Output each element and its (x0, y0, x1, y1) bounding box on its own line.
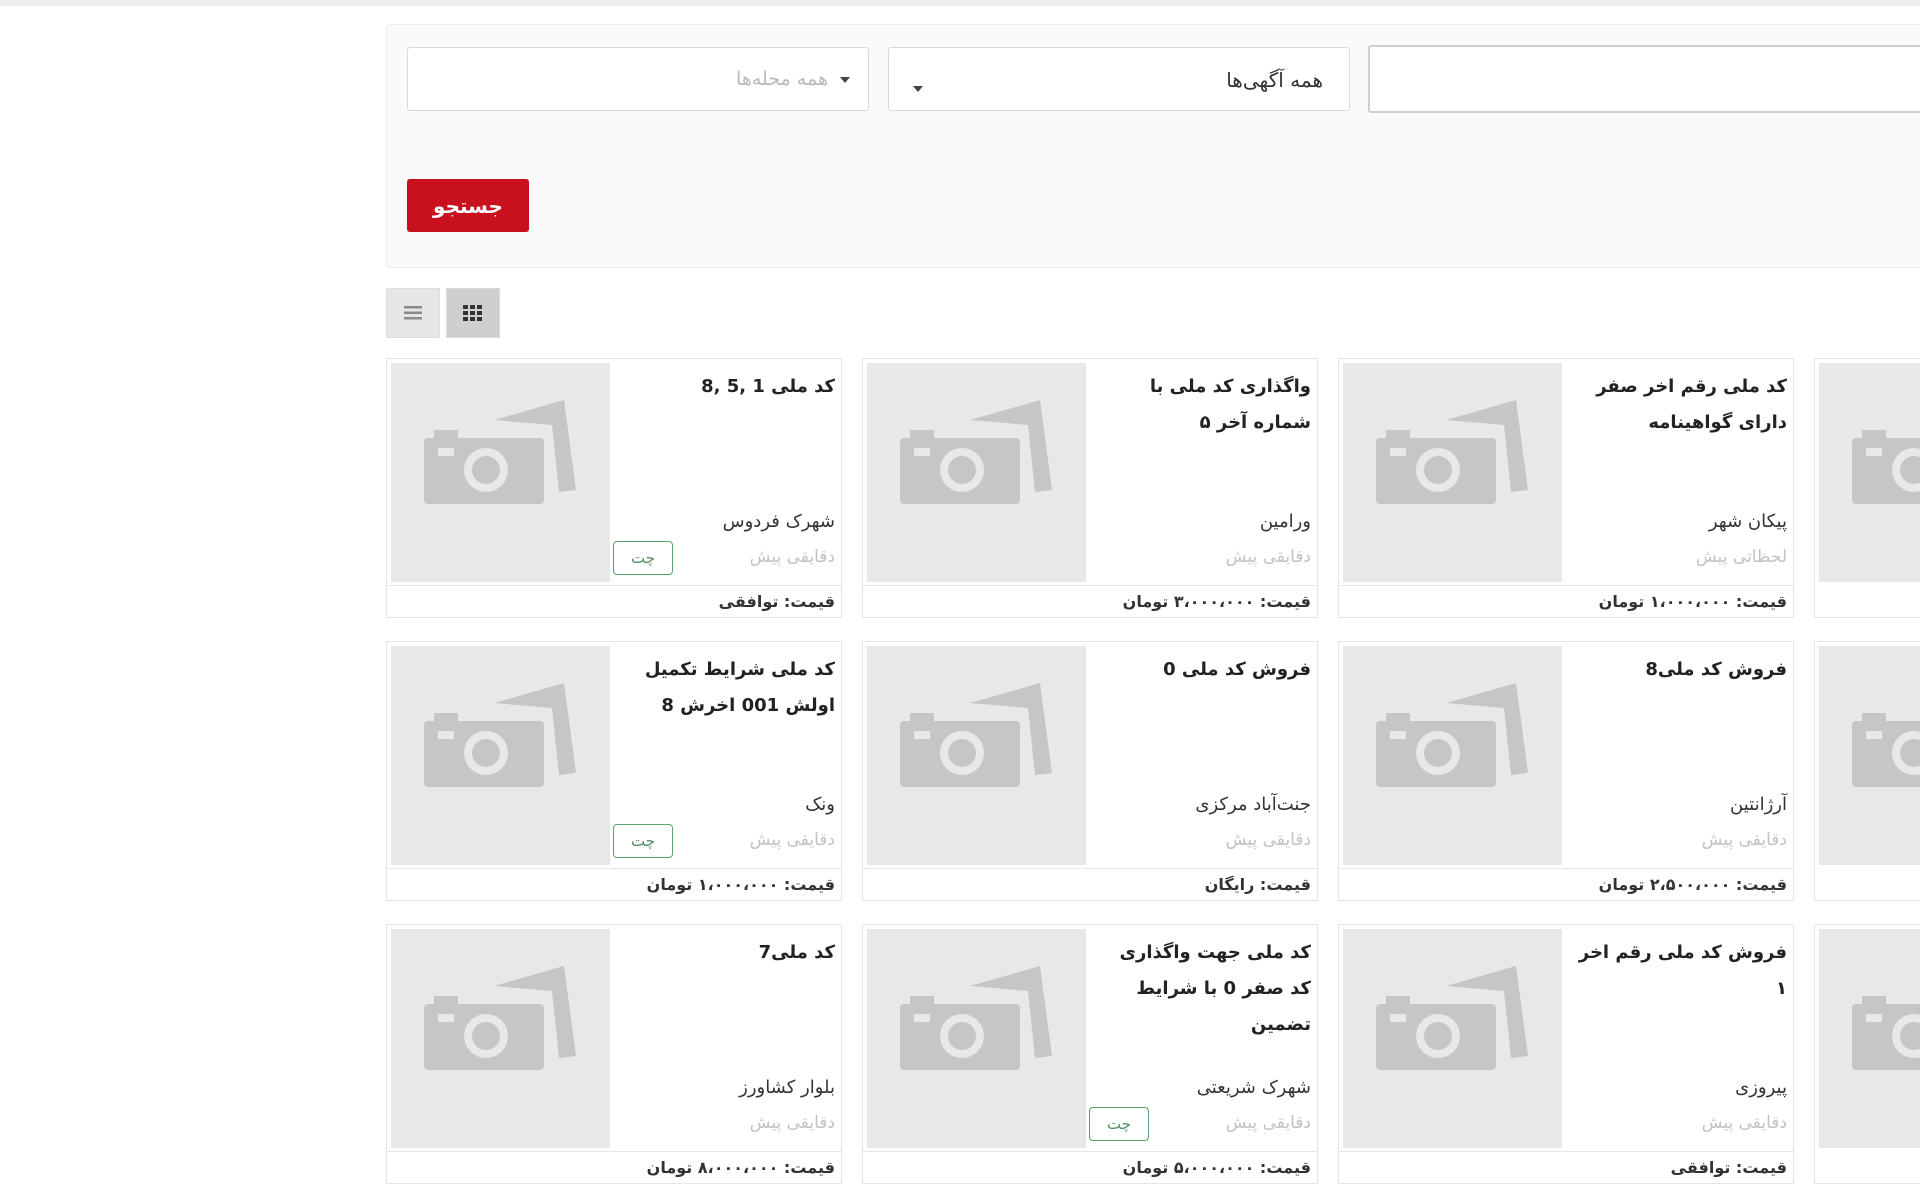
neighborhood-select[interactable]: همه محله‌ها (407, 47, 869, 111)
list-icon (404, 306, 422, 320)
listing-title[interactable]: کد ملی رقم اخر صفر دارای گواهینامه (1569, 369, 1787, 441)
listing-card[interactable]: کد ملی 1 ,5 ,8 شهرک فردوس دقایقی پیش چت قیمت… (386, 358, 842, 618)
listing-title[interactable]: فروش کد ملی8 (1569, 652, 1787, 688)
listing-price: قیمت: ۱،۰۰۰،۰۰۰ تومان (387, 868, 841, 900)
camera-icon (424, 966, 576, 1070)
listing-time: دقایقی پیش (1225, 830, 1311, 850)
listing-card[interactable]: کد ملی شرایط تکمیل اولش 001 اخرش 8 ونک دقا… (386, 641, 842, 901)
listing-card-partial[interactable] (1814, 641, 1920, 901)
keyword-search-input[interactable] (1368, 45, 1920, 113)
listing-title[interactable]: واگذاری کد ملی با شماره آخر ۵ (1093, 369, 1311, 441)
camera-icon (1376, 400, 1528, 504)
listing-time: دقایقی پیش (1225, 547, 1311, 567)
camera-icon (424, 683, 576, 787)
listing-thumbnail (1343, 929, 1562, 1148)
listing-thumbnail (391, 646, 610, 865)
camera-icon (1852, 713, 1920, 787)
chat-button[interactable]: چت (613, 541, 673, 575)
listing-thumbnail (1819, 646, 1920, 865)
camera-icon (900, 400, 1052, 504)
listing-card[interactable]: فروش کد ملی 0 جنت‌آباد مرکزی دقایقی پیش قیم… (862, 641, 1318, 901)
listing-price: قیمت: ۵،۰۰۰،۰۰۰ تومان (863, 1151, 1317, 1183)
listing-location: بلوار کشاورز (739, 1077, 835, 1098)
listing-title[interactable]: فروش کد ملی رقم اخر ۱ (1569, 935, 1787, 1007)
listing-price: قیمت: ۲،۵۰۰،۰۰۰ تومان (1339, 868, 1793, 900)
camera-icon (1376, 683, 1528, 787)
camera-icon (424, 400, 576, 504)
listing-location: پیکان شهر (1708, 511, 1787, 532)
listing-thumbnail (1343, 363, 1562, 582)
listing-card[interactable]: کد ملی7 بلوار کشاورز دقایقی پیش قیمت: ۸،۰۰۰… (386, 924, 842, 1184)
listing-card-partial[interactable] (1814, 924, 1920, 1184)
listing-time: دقایقی پیش (749, 547, 835, 567)
listing-card[interactable]: فروش کد ملی8 آرژانتین دقایقی پیش قیمت: ۲،۵۰… (1338, 641, 1794, 901)
chat-button[interactable]: چت (613, 824, 673, 858)
listing-thumbnail (391, 929, 610, 1148)
category-select[interactable]: همه آگهی‌ها (888, 47, 1350, 111)
listing-card[interactable]: واگذاری کد ملی با شماره آخر ۵ ورامین دقایق… (862, 358, 1318, 618)
listing-thumbnail (867, 363, 1086, 582)
listing-card[interactable]: فروش کد ملی رقم اخر ۱ پیروزی دقایقی پیش قیم… (1338, 924, 1794, 1184)
camera-icon (1852, 996, 1920, 1070)
listing-price: قیمت: ۳،۰۰۰،۰۰۰ تومان (863, 585, 1317, 617)
listing-card[interactable]: کد ملی جهت واگذاری کد صفر 0 با شرایط تضم… (862, 924, 1318, 1184)
listing-thumbnail (867, 929, 1086, 1148)
chevron-down-icon (840, 77, 850, 83)
grid-view-button[interactable] (446, 288, 500, 338)
listing-location: شهرک شریعتی (1196, 1077, 1311, 1098)
listing-title[interactable]: کد ملی شرایط تکمیل اولش 001 اخرش 8 (617, 652, 835, 724)
listing-card-partial[interactable] (1814, 358, 1920, 618)
camera-icon (1852, 430, 1920, 504)
listing-time: دقایقی پیش (1701, 1113, 1787, 1133)
listing-time: دقایقی پیش (749, 1113, 835, 1133)
listing-location: جنت‌آباد مرکزی (1195, 794, 1311, 815)
listing-title[interactable]: کد ملی 1 ,5 ,8 (617, 369, 835, 405)
camera-icon (900, 683, 1052, 787)
listing-time: لحظاتی پیش (1695, 547, 1787, 567)
search-button[interactable]: جستجو (407, 179, 529, 232)
listing-title[interactable]: فروش کد ملی 0 (1093, 652, 1311, 688)
listing-thumbnail (391, 363, 610, 582)
listing-time: دقایقی پیش (1225, 1113, 1311, 1133)
neighborhood-placeholder: همه محله‌ها (736, 68, 828, 90)
search-panel: همه محله‌ها همه آگهی‌ها جستجو (386, 24, 1920, 268)
listing-time: دقایقی پیش (749, 830, 835, 850)
chevron-down-icon (913, 86, 923, 92)
listing-thumbnail (1819, 363, 1920, 582)
top-divider (0, 0, 1920, 6)
listing-card[interactable]: کد ملی رقم اخر صفر دارای گواهینامه پیکان … (1338, 358, 1794, 618)
list-view-button[interactable] (386, 288, 440, 338)
listing-time: دقایقی پیش (1701, 830, 1787, 850)
listing-thumbnail (1343, 646, 1562, 865)
listing-price: قیمت: توافقی (387, 585, 841, 617)
camera-icon (1376, 966, 1528, 1070)
listing-price: قیمت: ۱،۰۰۰،۰۰۰ تومان (1339, 585, 1793, 617)
listing-title[interactable]: کد ملی7 (617, 935, 835, 971)
category-value: همه آگهی‌ها (1226, 68, 1323, 92)
listing-price: قیمت: ۸،۰۰۰،۰۰۰ تومان (387, 1151, 841, 1183)
listing-location: آرژانتین (1730, 794, 1787, 815)
listing-thumbnail (867, 646, 1086, 865)
listing-location: ونک (805, 794, 835, 815)
chat-button[interactable]: چت (1089, 1107, 1149, 1141)
camera-icon (900, 966, 1052, 1070)
listing-location: ورامین (1259, 511, 1311, 532)
listing-title[interactable]: کد ملی جهت واگذاری کد صفر 0 با شرایط تضم… (1093, 935, 1311, 1043)
listing-price: قیمت: توافقی (1339, 1151, 1793, 1183)
listing-location: پیروزی (1735, 1077, 1787, 1098)
listing-location: شهرک فردوس (722, 511, 835, 532)
listing-price: قیمت: رایگان (863, 868, 1317, 900)
listing-thumbnail (1819, 929, 1920, 1148)
grid-icon (463, 305, 482, 321)
